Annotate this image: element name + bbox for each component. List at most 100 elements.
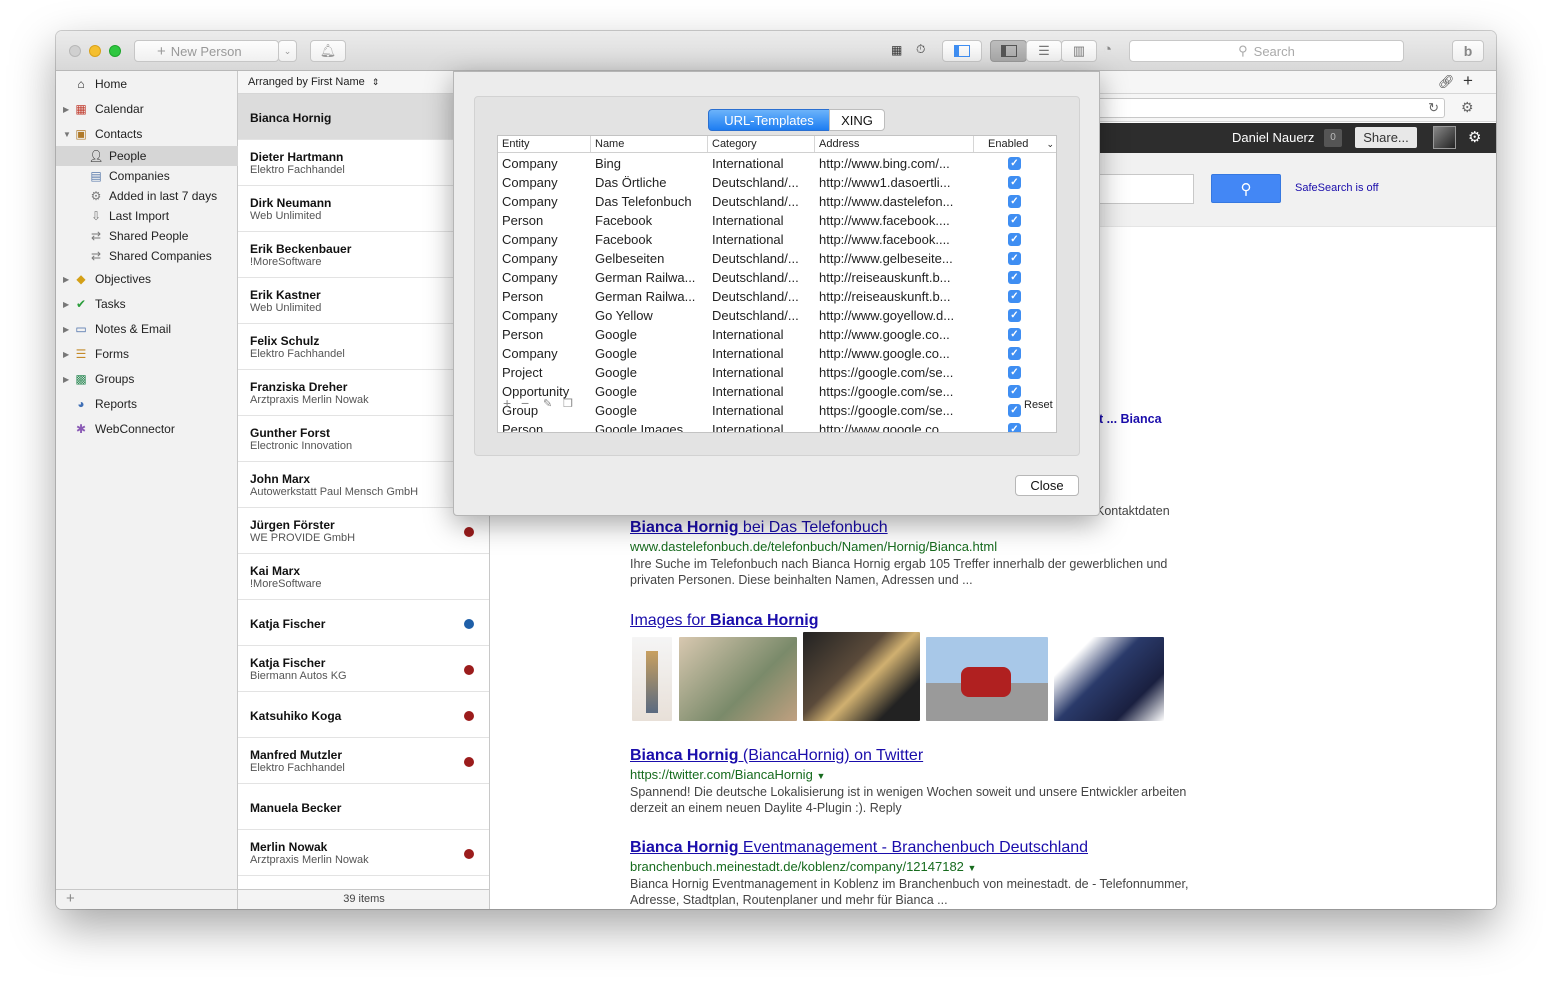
contact-row[interactable]: Kai Marx !MoreSoftware xyxy=(238,554,489,600)
profile-avatar[interactable] xyxy=(1433,126,1456,149)
add-menu-icon[interactable]: + xyxy=(1463,71,1473,91)
sidebar-item-contacts[interactable]: ▼ ▣ Contacts xyxy=(56,124,238,144)
new-person-button[interactable]: + New Person xyxy=(134,40,279,62)
template-row[interactable]: Person Facebook International http://www.fa… xyxy=(498,211,1056,230)
view-list-button[interactable]: ☰ xyxy=(1026,40,1062,62)
caret-down-icon[interactable]: ▼ xyxy=(816,771,825,781)
new-menu-dropdown[interactable]: ⌄ xyxy=(278,40,297,62)
minimize-window-button[interactable] xyxy=(89,45,101,57)
sidebar-item-webconnector[interactable]: ✱ WebConnector xyxy=(56,419,238,439)
settings-gear-icon[interactable]: ⚙︎ xyxy=(1468,128,1481,146)
duplicate-icon[interactable]: ❐ xyxy=(563,397,573,410)
sidebar-item-groups[interactable]: ▶ ▩ Groups xyxy=(56,369,238,389)
sidebar-item-tasks[interactable]: ▶ ✔ Tasks xyxy=(56,294,238,314)
enabled-checkbox[interactable]: ✓ xyxy=(1008,309,1021,322)
column-header-category[interactable]: Category xyxy=(708,136,815,153)
zoom-window-button[interactable] xyxy=(109,45,121,57)
contact-row[interactable]: Katja Fischer xyxy=(238,600,489,646)
enabled-checkbox[interactable]: ✓ xyxy=(1008,252,1021,265)
sidebar-item-home[interactable]: ⌂ Home xyxy=(56,74,238,94)
disclosure-triangle-icon[interactable]: ▶ xyxy=(63,350,69,359)
search-field[interactable]: ⚲ Search xyxy=(1129,40,1404,62)
google-search-button[interactable]: ⚲ xyxy=(1211,174,1281,203)
edit-pencil-icon[interactable]: ✎ xyxy=(543,397,552,410)
notifications-button[interactable]: 🔔︎ xyxy=(310,40,346,62)
result-title-link[interactable]: Bianca Hornig (BiancaHornig) on Twitter xyxy=(630,747,923,765)
notification-count-badge[interactable]: 0 xyxy=(1324,129,1342,147)
disclosure-triangle-icon[interactable]: ▶ xyxy=(63,300,69,309)
reload-icon[interactable]: ↻ xyxy=(1428,100,1439,116)
column-header-address[interactable]: Address xyxy=(815,136,974,153)
contact-row[interactable]: Manfred Mutzler Elektro Fachhandel xyxy=(238,738,489,784)
daylite-logo-button[interactable]: b xyxy=(1452,40,1484,62)
sidebar-item-last-import[interactable]: ⇩ Last Import xyxy=(56,206,238,226)
result-title-link[interactable]: Bianca Hornig bei Das Telefonbuch xyxy=(630,519,888,537)
calendar-icon[interactable]: ▦ xyxy=(891,43,902,57)
template-row[interactable]: Person Google International http://www.goog… xyxy=(498,325,1056,344)
contact-row[interactable]: Manuela Becker xyxy=(238,784,489,830)
close-window-button[interactable] xyxy=(69,45,81,57)
sidebar-item-added-last-7-days[interactable]: ⚙︎ Added in last 7 days xyxy=(56,186,238,206)
disclosure-triangle-icon[interactable]: ▶ xyxy=(63,275,69,284)
result-title-link[interactable]: Bianca Hornig Eventmanagement - Branchen… xyxy=(630,839,1088,857)
enabled-checkbox[interactable]: ✓ xyxy=(1008,328,1021,341)
sidebar-item-shared-people[interactable]: ⇄ Shared People xyxy=(56,226,238,246)
enabled-checkbox[interactable]: ✓ xyxy=(1008,233,1021,246)
disclosure-triangle-icon[interactable]: ▶ xyxy=(63,105,69,114)
reset-button[interactable]: Reset xyxy=(1024,399,1053,411)
template-row[interactable]: Company Das Telefonbuch Deutschland/... htt… xyxy=(498,192,1056,211)
settings-gear-icon[interactable]: ⚙︎ xyxy=(1461,99,1474,116)
view-split-button[interactable] xyxy=(990,40,1027,62)
disclosure-triangle-open-icon[interactable]: ▼ xyxy=(63,130,71,139)
view-chart-button[interactable]: ▥ xyxy=(1061,40,1097,62)
add-sidebar-item-button[interactable]: + xyxy=(56,889,238,909)
contact-row[interactable]: Merlin Nowak Arztpraxis Merlin Nowak xyxy=(238,830,489,876)
contact-row[interactable]: Katja Fischer Biermann Autos KG xyxy=(238,646,489,692)
sidebar-item-notes-email[interactable]: ▶ ▭ Notes & Email xyxy=(56,319,238,339)
enabled-checkbox[interactable]: ✓ xyxy=(1008,271,1021,284)
column-header-name[interactable]: Name xyxy=(591,136,708,153)
image-thumbnail[interactable] xyxy=(1054,637,1164,721)
enabled-checkbox[interactable]: ✓ xyxy=(1008,214,1021,227)
safesearch-link[interactable]: SafeSearch is off xyxy=(1295,182,1379,194)
sidebar-item-forms[interactable]: ▶ ☰ Forms xyxy=(56,344,238,364)
enabled-checkbox[interactable]: ✓ xyxy=(1008,366,1021,379)
sidebar-item-shared-companies[interactable]: ⇄ Shared Companies xyxy=(56,246,238,266)
template-row[interactable]: Company Google International http://www.goo… xyxy=(498,344,1056,363)
timer-icon[interactable]: ⏱︎ xyxy=(916,42,925,57)
image-thumbnail[interactable] xyxy=(632,637,672,721)
template-row[interactable]: Company Das Örtliche Deutschland/... http:/… xyxy=(498,173,1056,192)
contact-row[interactable]: Katsuhiko Koga xyxy=(238,692,489,738)
share-button[interactable]: Share... xyxy=(1355,127,1417,148)
template-row[interactable]: Company German Railwa... Deutschland/... ht… xyxy=(498,268,1056,287)
tab-url-templates[interactable]: URL-Templates xyxy=(708,109,830,131)
user-name[interactable]: Daniel Nauerz xyxy=(1232,130,1314,145)
images-heading-link[interactable]: Images for Bianca Hornig xyxy=(630,612,819,630)
pie-chart-icon[interactable]: ◔ xyxy=(1103,41,1112,58)
sidebar-item-objectives[interactable]: ▶ ◆ Objectives xyxy=(56,269,238,289)
enabled-checkbox[interactable]: ✓ xyxy=(1008,347,1021,360)
template-row[interactable]: Company Bing International http://www.bing.… xyxy=(498,154,1056,173)
sidebar-item-calendar[interactable]: ▶ ▦ Calendar xyxy=(56,99,238,119)
enabled-checkbox[interactable]: ✓ xyxy=(1008,176,1021,189)
caret-down-icon[interactable]: ▼ xyxy=(968,863,977,873)
template-row[interactable]: Company Facebook International http://www.f… xyxy=(498,230,1056,249)
add-template-icon[interactable]: + xyxy=(503,395,511,411)
template-row[interactable]: Company Gelbeseiten Deutschland/... http://… xyxy=(498,249,1056,268)
link-icon[interactable]: 🔗︎ xyxy=(1438,74,1455,90)
template-row[interactable]: Company Go Yellow Deutschland/... http://ww… xyxy=(498,306,1056,325)
enabled-checkbox[interactable]: ✓ xyxy=(1008,290,1021,303)
image-thumbnail[interactable] xyxy=(679,637,797,721)
template-row[interactable]: Person Google Images International http://w… xyxy=(498,420,1056,432)
enabled-checkbox[interactable]: ✓ xyxy=(1008,195,1021,208)
sidebar-item-companies[interactable]: ▤ Companies xyxy=(56,166,238,186)
disclosure-triangle-icon[interactable]: ▶ xyxy=(63,375,69,384)
column-header-entity[interactable]: Entity xyxy=(498,136,591,153)
close-button[interactable]: Close xyxy=(1015,475,1079,496)
tab-xing[interactable]: XING xyxy=(829,109,885,131)
sidebar-item-reports[interactable]: ◕ Reports xyxy=(56,394,238,414)
sidebar-item-people[interactable]: 👤︎ People xyxy=(56,146,238,166)
image-thumbnail[interactable] xyxy=(926,637,1048,721)
column-header-enabled[interactable]: Enabled ⌄ xyxy=(974,136,1056,153)
disclosure-triangle-icon[interactable]: ▶ xyxy=(63,325,69,334)
